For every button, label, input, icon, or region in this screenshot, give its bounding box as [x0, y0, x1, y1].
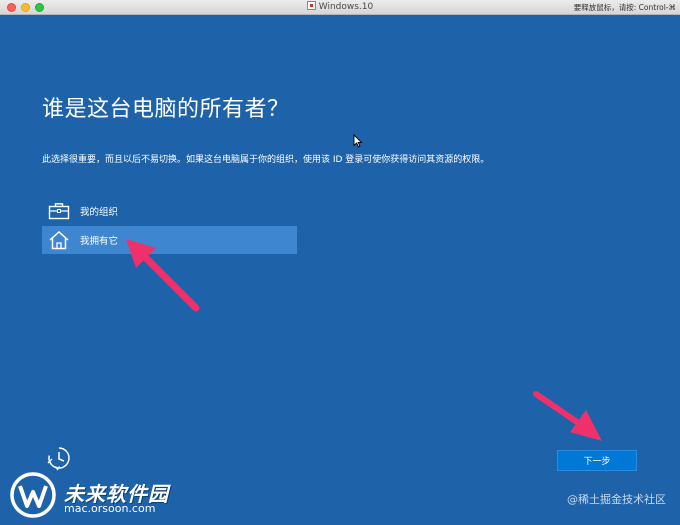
mouse-pointer-icon	[353, 133, 363, 152]
watermark-logo	[8, 470, 58, 524]
next-button[interactable]: 下一步	[557, 450, 637, 471]
watermark-credit: @稀土掘金技术社区	[567, 493, 666, 506]
next-button-label: 下一步	[583, 457, 611, 467]
page-title: 谁是这台电脑的所有者？	[42, 97, 290, 122]
option-label: 我的组织	[80, 207, 119, 218]
home-icon	[47, 229, 71, 251]
option-i-own-it[interactable]: 我拥有它	[42, 226, 297, 254]
vm-app-icon	[306, 1, 316, 10]
window-title: Windows.10	[318, 2, 374, 12]
page-description: 此选择很重要，而且以后不易切换。如果这台电脑属于你的组织，使用该 ID 登录可使…	[42, 155, 490, 165]
option-label: 我拥有它	[80, 236, 119, 247]
option-my-organization[interactable]: 我的组织	[42, 197, 297, 225]
release-mouse-hint: 要释放鼠标，请按: Control-⌘	[573, 3, 676, 12]
watermark-url: mac.orsoon.com	[64, 502, 156, 515]
briefcase-icon	[47, 200, 71, 222]
window-titlebar: Windows.10 要释放鼠标，请按: Control-⌘	[0, 0, 680, 15]
